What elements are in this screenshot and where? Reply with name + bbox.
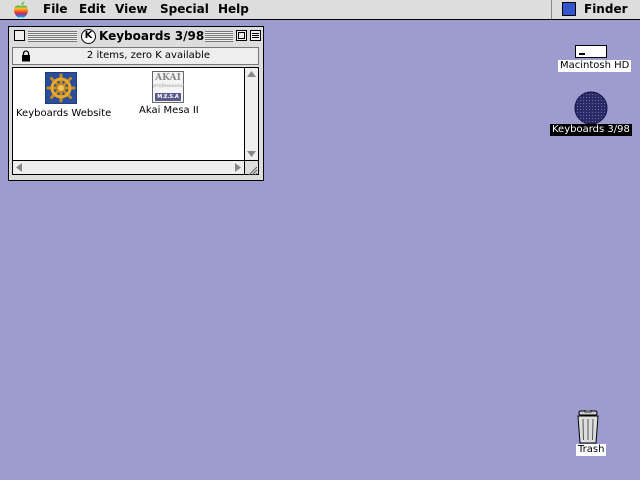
title-bar-stripes-left xyxy=(28,31,77,42)
menu-bar: File Edit View Special Help Finder xyxy=(0,0,640,20)
file-label[interactable]: Akai Mesa II xyxy=(139,105,199,117)
k-badge-icon: K xyxy=(81,29,96,44)
vertical-scrollbar[interactable] xyxy=(244,67,259,161)
resize-grip-lines xyxy=(248,166,258,176)
akai-logo-subtext: professional xyxy=(153,83,184,89)
apple-menu-icon[interactable] xyxy=(12,1,30,18)
scroll-left-icon[interactable] xyxy=(13,161,26,174)
ship-wheel-icon[interactable] xyxy=(45,72,77,104)
akai-logo-icon[interactable]: AKAI professional M.E.S.A xyxy=(152,71,184,103)
window-title-text: Keyboards 3/98 xyxy=(99,29,205,43)
desktop-icon-label[interactable]: Macintosh HD xyxy=(558,60,632,72)
menu-edit[interactable]: Edit xyxy=(79,2,106,17)
akai-logo-text: AKAI xyxy=(155,73,181,83)
window-content: Keyboards Website AKAI professional M.E.… xyxy=(12,67,245,161)
file-label[interactable]: Keyboards Website xyxy=(16,108,111,120)
menu-help[interactable]: Help xyxy=(218,2,249,17)
title-bar-stripes-right xyxy=(205,31,233,42)
window-info-text: 2 items, zero K available xyxy=(86,50,211,61)
finder-icon xyxy=(562,2,576,16)
zoom-box[interactable] xyxy=(236,30,247,41)
folder-window: K Keyboards 3/98 2 items, zero K availab… xyxy=(8,26,264,181)
menu-special[interactable]: Special xyxy=(160,2,209,17)
window-title: K Keyboards 3/98 xyxy=(79,28,205,45)
application-menu-label: Finder xyxy=(584,2,628,16)
collapse-box[interactable] xyxy=(250,30,261,41)
application-menu[interactable]: Finder xyxy=(551,0,640,19)
close-box[interactable] xyxy=(14,30,25,41)
lock-icon xyxy=(22,50,30,62)
window-title-bar[interactable]: K Keyboards 3/98 xyxy=(9,27,263,46)
trash-icon[interactable] xyxy=(575,410,601,444)
horizontal-scrollbar[interactable] xyxy=(12,160,245,175)
desktop-icon-label[interactable]: Trash xyxy=(576,444,607,456)
disk-icon[interactable] xyxy=(574,91,608,125)
scroll-right-icon[interactable] xyxy=(231,161,244,174)
scroll-up-icon[interactable] xyxy=(245,68,258,81)
menu-file[interactable]: File xyxy=(43,2,68,17)
hard-drive-icon[interactable] xyxy=(575,45,607,59)
mesa-logo-text: M.E.S.A xyxy=(155,93,181,101)
desktop-icon-label-selected[interactable]: Keyboards 3/98 xyxy=(550,124,632,136)
menu-view[interactable]: View xyxy=(115,2,147,17)
scroll-down-icon[interactable] xyxy=(245,147,258,160)
window-info-bar: 2 items, zero K available xyxy=(12,47,259,65)
resize-grip-icon[interactable] xyxy=(244,160,259,176)
